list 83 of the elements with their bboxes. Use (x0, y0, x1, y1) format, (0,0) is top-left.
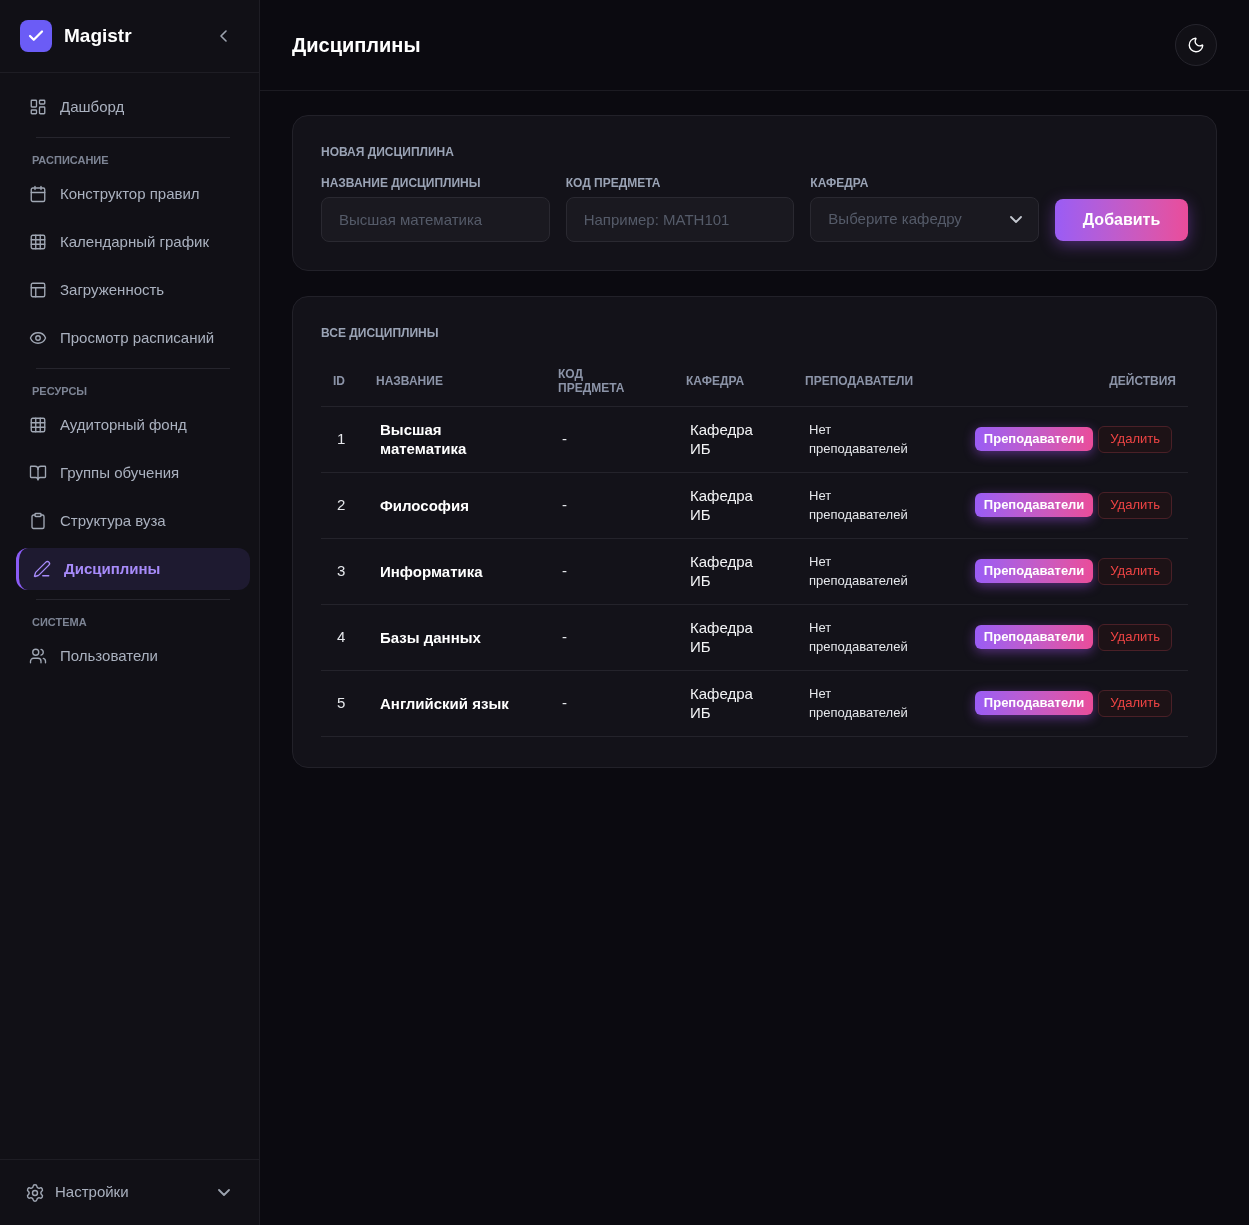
table-cell: - (546, 472, 674, 538)
book-icon (29, 464, 47, 482)
clipboard-icon (29, 512, 47, 530)
field-label: КОД ПРЕДМЕТА (565, 175, 662, 191)
pen-icon (33, 560, 51, 578)
table-cell: Нет преподавателей (793, 670, 950, 736)
table-cell: - (546, 670, 674, 736)
sidebar-item[interactable]: Загруженность (16, 269, 250, 311)
section-heading: РАСПИСАНИЕ (32, 153, 109, 168)
card-title: ВСЕ ДИСЦИПЛИНЫ (321, 325, 439, 341)
table-cell: Кафедра ИБ (674, 604, 793, 670)
sidebar-item[interactable]: Аудиторный фонд (16, 404, 250, 446)
table-cell: Нет преподавателей (793, 406, 950, 472)
sidebar-item[interactable]: Календарный график (16, 221, 250, 263)
table-cell: Высшая математика (364, 406, 546, 472)
table-cell: 4 (321, 604, 364, 670)
delete-button[interactable]: Удалить (1098, 689, 1172, 717)
users-icon (29, 647, 47, 665)
table-cell: - (546, 406, 674, 472)
section-heading: РЕСУРСЫ (32, 384, 88, 399)
sidebar-item[interactable]: Структура вуза (16, 500, 250, 542)
calendar-icon (29, 185, 47, 203)
column-header: КАФЕДРА (674, 356, 793, 406)
column-header: КОД ПРЕДМЕТА (546, 356, 674, 406)
brand-name: Magistr (64, 23, 132, 48)
section-heading: СИСТЕМА (32, 615, 87, 630)
column-header: ДЕЙСТВИЯ (950, 356, 1188, 406)
column-header: ID (321, 356, 364, 406)
panel-layout-icon (29, 281, 47, 299)
table-cell: - (546, 604, 674, 670)
table-cell: - (546, 538, 674, 604)
chevron-left-icon[interactable] (220, 30, 227, 42)
field-label: НАЗВАНИЕ ДИСЦИПЛИНЫ (321, 175, 482, 191)
add-button[interactable]: Добавить (1055, 199, 1188, 241)
eye-icon (29, 329, 47, 347)
sidebar-item[interactable]: Пользователи (16, 635, 250, 677)
sidebar-item[interactable]: Дисциплины (16, 548, 250, 590)
sidebar-item[interactable]: Конструктор правил (16, 173, 250, 215)
teachers-button[interactable]: Преподаватели (974, 493, 1094, 517)
delete-button[interactable]: Удалить (1098, 623, 1172, 651)
check-logo-icon (20, 20, 52, 52)
settings-icon (25, 1182, 45, 1203)
field-label: КАФЕДРА (810, 175, 870, 191)
table-cell: Базы данных (364, 604, 546, 670)
moon-icon (1187, 36, 1205, 54)
input-field[interactable]: Высшая математика (321, 197, 550, 242)
table-cell: Кафедра ИБ (674, 538, 793, 604)
delete-button[interactable]: Удалить (1098, 425, 1172, 453)
select-field[interactable]: Выберите кафедру (810, 197, 1039, 242)
table-cell: Нет преподавателей (793, 538, 950, 604)
page-title: Дисциплины (292, 33, 421, 58)
delete-button[interactable]: Удалить (1098, 557, 1172, 585)
card-title: НОВАЯ ДИСЦИПЛИНА (321, 144, 454, 160)
teachers-button[interactable]: Преподаватели (974, 625, 1094, 649)
table-cell: 1 (321, 406, 364, 472)
column-header: НАЗВАНИЕ (364, 356, 546, 406)
column-header: ПРЕПОДАВАТЕЛИ (793, 356, 950, 406)
input-field[interactable]: Например: MATH101 (565, 197, 795, 242)
settings-item[interactable]: Настройки (25, 1181, 129, 1204)
table-cell: 5 (321, 670, 364, 736)
theme-toggle-button[interactable] (1175, 24, 1217, 66)
table-cell: Кафедра ИБ (674, 670, 793, 736)
table-cell: Информатика (364, 538, 546, 604)
table-cell: Нет преподавателей (793, 472, 950, 538)
teachers-button[interactable]: Преподаватели (974, 427, 1094, 451)
grid-icon (29, 233, 47, 251)
table-cell: 3 (321, 538, 364, 604)
chevron-down-icon[interactable] (218, 1189, 230, 1196)
delete-button[interactable]: Удалить (1098, 491, 1172, 519)
chevron-down-icon (1010, 216, 1022, 223)
grid-icon (29, 416, 47, 434)
table-cell: Нет преподавателей (793, 604, 950, 670)
table-cell: Философия (364, 472, 546, 538)
teachers-button[interactable]: Преподаватели (974, 559, 1094, 583)
table-cell: 2 (321, 472, 364, 538)
table-cell: Кафедра ИБ (674, 406, 793, 472)
table-cell: Английский язык (364, 670, 546, 736)
sidebar-item[interactable]: Просмотр расписаний (16, 317, 250, 359)
table-cell: Кафедра ИБ (674, 472, 793, 538)
sidebar-item[interactable]: Группы обучения (16, 452, 250, 494)
teachers-button[interactable]: Преподаватели (974, 691, 1094, 715)
tiles-icon (29, 98, 47, 116)
sidebar-item[interactable]: Дашборд (16, 86, 250, 128)
